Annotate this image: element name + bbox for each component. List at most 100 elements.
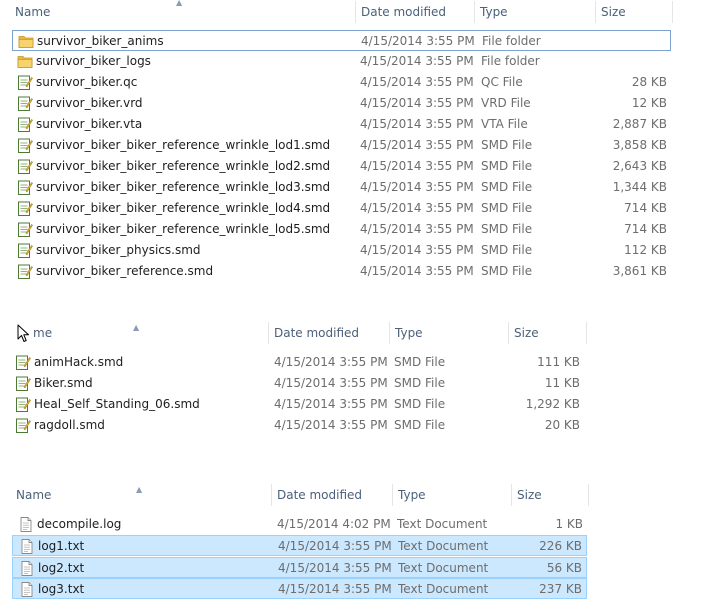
file-type: SMD File — [481, 222, 533, 236]
file-size: 28 KB — [631, 75, 667, 89]
file-row[interactable]: Heal_Self_Standing_06.smd 4/15/2014 3:55 … — [12, 394, 586, 415]
column-header-name[interactable]: Name — [10, 1, 355, 23]
text-file-icon — [17, 180, 33, 195]
file-row[interactable]: survivor_biker_anims 4/15/2014 3:55 PM Fil… — [12, 30, 671, 51]
file-name: survivor_biker_biker_reference_wrinkle_l… — [36, 180, 331, 194]
file-list-pane-2: me ▲ Date modified Type Size animHack.sm… — [0, 318, 725, 443]
file-row[interactable]: survivor_biker_biker_reference_wrinkle_l… — [12, 135, 671, 156]
file-row[interactable]: survivor_biker_biker_reference_wrinkle_l… — [12, 219, 671, 240]
file-row[interactable]: survivor_biker_physics.smd 4/15/2014 3:55… — [12, 240, 671, 261]
file-row[interactable]: decompile.log 4/15/2014 4:02 PM Text Docum… — [12, 514, 587, 535]
file-size: 226 KB — [539, 539, 582, 554]
file-date-modified: 4/15/2014 3:55 PM — [360, 243, 474, 257]
file-size: 3,858 KB — [612, 138, 667, 152]
file-row[interactable]: log1.txt 4/15/2014 3:55 PM Text Document 22… — [12, 535, 587, 557]
column-header-name[interactable]: me — [28, 322, 268, 344]
file-row[interactable]: survivor_biker_reference.smd 4/15/2014 3:… — [12, 261, 671, 282]
column-header-size[interactable]: Size — [596, 1, 672, 23]
plain-document-icon — [19, 581, 35, 597]
text-file-icon — [17, 243, 33, 258]
sort-ascending-icon: ▲ — [136, 485, 143, 494]
file-name: log3.txt — [38, 581, 85, 596]
file-size: 1,344 KB — [612, 180, 667, 194]
text-file-icon — [17, 264, 33, 279]
file-name: survivor_biker_biker_reference_wrinkle_l… — [36, 138, 331, 152]
text-file-icon — [15, 376, 31, 391]
file-type: File folder — [482, 34, 541, 48]
file-type: Text Document — [398, 560, 489, 575]
column-header-row: Name ▲ Date modified Type Size — [0, 0, 725, 23]
column-header-date[interactable]: Date modified — [269, 322, 389, 344]
column-divider[interactable] — [586, 322, 587, 344]
file-size: 11 KB — [544, 376, 580, 390]
file-type: SMD File — [481, 159, 533, 173]
file-date-modified: 4/15/2014 3:55 PM — [360, 264, 474, 278]
file-name: survivor_biker.qc — [36, 75, 138, 89]
file-row[interactable]: survivor_biker_biker_reference_wrinkle_l… — [12, 198, 671, 219]
file-row[interactable]: survivor_biker_biker_reference_wrinkle_l… — [12, 156, 671, 177]
text-file-icon — [17, 117, 33, 132]
file-size: 237 KB — [539, 581, 582, 596]
text-file-icon — [15, 397, 31, 412]
plain-document-icon — [18, 517, 34, 532]
column-divider[interactable] — [588, 484, 589, 506]
column-header-date[interactable]: Date modified — [356, 1, 474, 23]
file-size: 1 KB — [555, 517, 583, 531]
column-header-size[interactable]: Size — [509, 322, 586, 344]
text-file-icon — [15, 418, 31, 433]
file-type: File folder — [481, 54, 540, 68]
file-type: SMD File — [481, 180, 533, 194]
file-type: VTA File — [481, 117, 528, 131]
file-name: ragdoll.smd — [34, 418, 105, 432]
plain-document-icon — [19, 560, 35, 576]
column-header-type[interactable]: Type — [393, 484, 511, 506]
file-date-modified: 4/15/2014 3:55 PM — [278, 539, 392, 554]
file-list-pane-1: Name ▲ Date modified Type Size survivor_… — [0, 0, 725, 285]
file-type: SMD File — [394, 376, 446, 390]
file-row[interactable]: log3.txt 4/15/2014 3:55 PM Text Document 23… — [12, 577, 587, 599]
file-name: survivor_biker_biker_reference_wrinkle_l… — [36, 222, 331, 236]
column-header-size[interactable]: Size — [512, 484, 588, 506]
text-file-icon — [17, 201, 33, 216]
file-type: SMD File — [394, 355, 446, 369]
column-header-date[interactable]: Date modified — [272, 484, 392, 506]
file-date-modified: 4/15/2014 4:02 PM — [277, 517, 391, 531]
file-row[interactable]: survivor_biker.vrd 4/15/2014 3:55 PM VRD F… — [12, 93, 671, 114]
file-name: animHack.smd — [34, 355, 124, 369]
column-divider[interactable] — [672, 1, 673, 23]
file-row[interactable]: survivor_biker_biker_reference_wrinkle_l… — [12, 177, 671, 198]
column-header-type[interactable]: Type — [390, 322, 508, 344]
text-file-icon — [17, 75, 33, 90]
file-type: VRD File — [481, 96, 531, 110]
file-row[interactable]: ragdoll.smd 4/15/2014 3:55 PM SMD File 20 K… — [12, 415, 586, 436]
file-name: survivor_biker_physics.smd — [36, 243, 201, 257]
file-size: 3,861 KB — [612, 264, 667, 278]
column-header-row: Name ▲ Date modified Type Size — [0, 484, 725, 506]
file-date-modified: 4/15/2014 3:55 PM — [361, 34, 475, 48]
file-row[interactable]: animHack.smd 4/15/2014 3:55 PM SMD File 111… — [12, 352, 586, 373]
column-header-type[interactable]: Type — [475, 1, 595, 23]
file-date-modified: 4/15/2014 3:55 PM — [278, 581, 392, 596]
file-row[interactable]: log2.txt 4/15/2014 3:55 PM Text Document 56… — [12, 556, 587, 578]
file-date-modified: 4/15/2014 3:55 PM — [274, 397, 388, 411]
file-type: SMD File — [481, 243, 533, 257]
file-size: 2,887 KB — [612, 117, 667, 131]
file-size: 714 KB — [624, 201, 667, 215]
file-row[interactable]: survivor_biker.qc 4/15/2014 3:55 PM QC Fil… — [12, 72, 671, 93]
file-row[interactable]: survivor_biker.vta 4/15/2014 3:55 PM VTA F… — [12, 114, 671, 135]
mouse-pointer-icon — [17, 324, 29, 342]
file-type: SMD File — [394, 397, 446, 411]
file-type: QC File — [481, 75, 523, 89]
folder-icon — [17, 54, 33, 69]
file-row[interactable]: survivor_biker_logs 4/15/2014 3:55 PM File… — [12, 51, 671, 72]
text-file-icon — [17, 138, 33, 153]
text-file-icon — [15, 355, 31, 370]
file-date-modified: 4/15/2014 3:55 PM — [274, 418, 388, 432]
file-name: log1.txt — [38, 539, 85, 554]
file-type: Text Document — [397, 517, 488, 531]
file-date-modified: 4/15/2014 3:55 PM — [360, 159, 474, 173]
file-name: survivor_biker_biker_reference_wrinkle_l… — [36, 201, 331, 215]
column-header-row: me ▲ Date modified Type Size — [0, 322, 725, 344]
file-row[interactable]: Biker.smd 4/15/2014 3:55 PM SMD File 11 KB — [12, 373, 586, 394]
file-name: survivor_biker.vta — [36, 117, 143, 131]
